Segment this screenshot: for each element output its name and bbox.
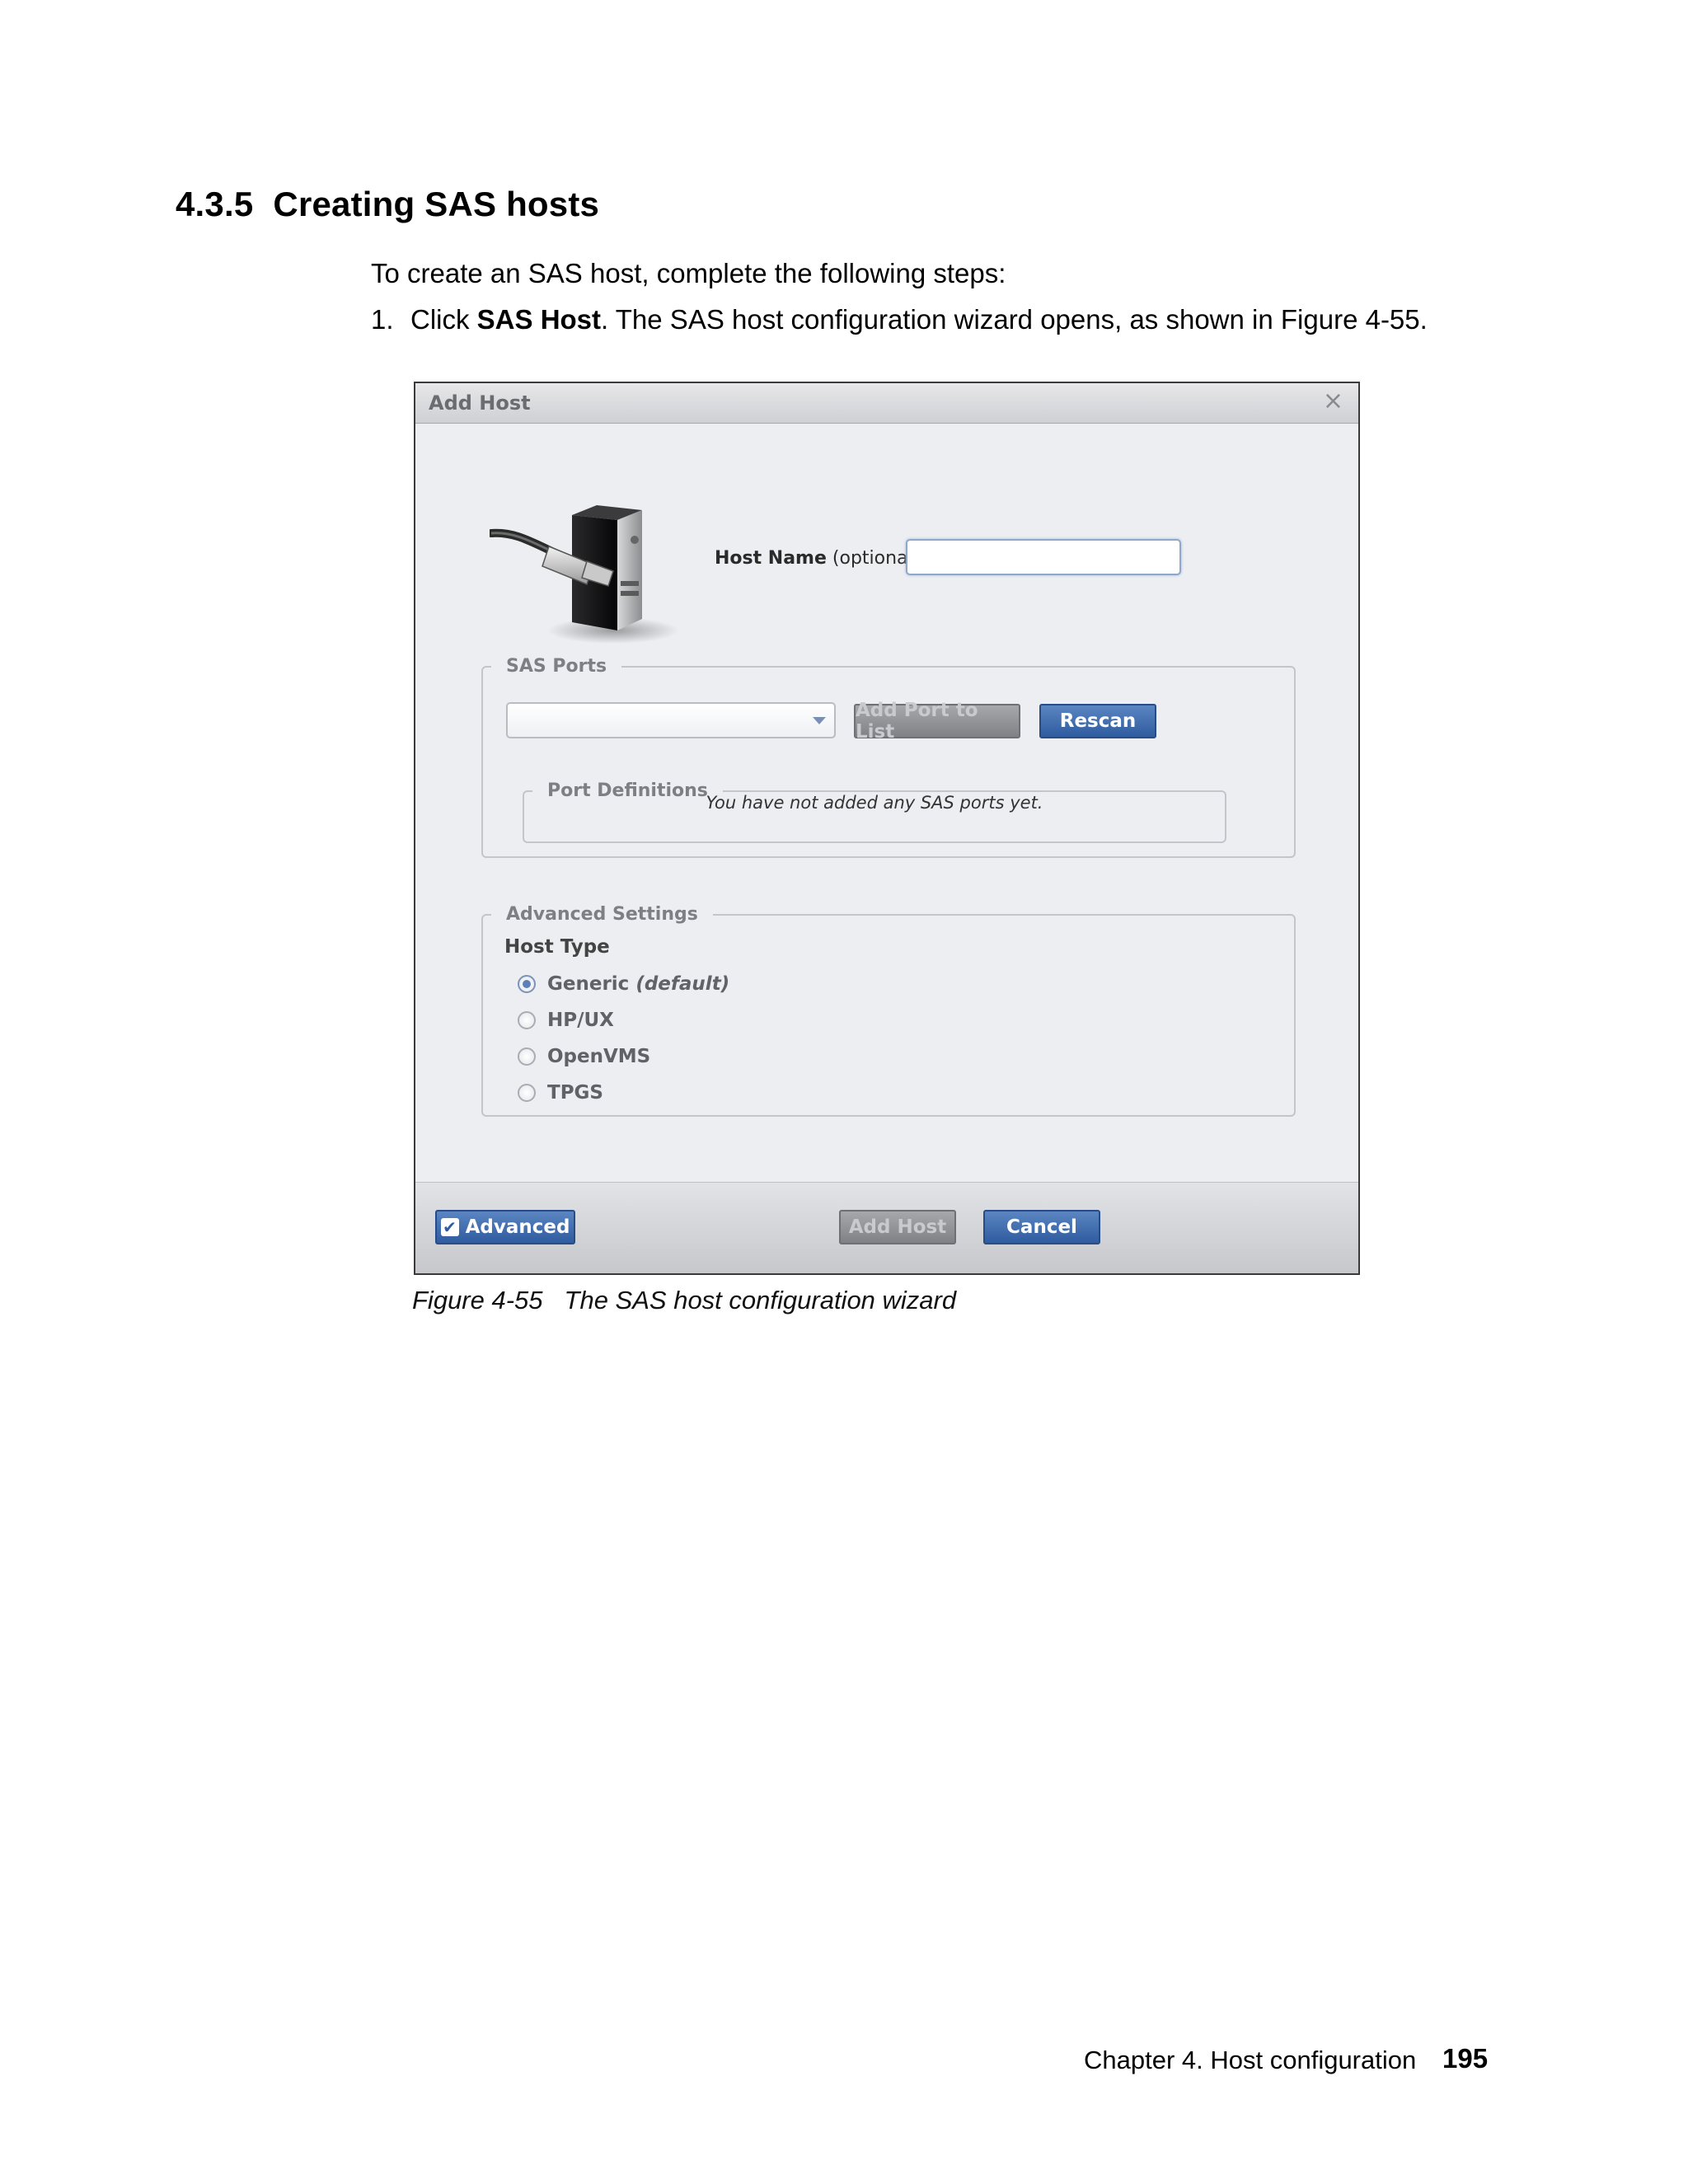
host-type-option-hpux[interactable]: HP/UX (518, 1006, 614, 1034)
advanced-toggle-button[interactable]: ✔ Advanced (435, 1210, 575, 1244)
host-type-option-tpgs[interactable]: TPGS (518, 1079, 603, 1107)
dialog-footer: ✔ Advanced Add Host Cancel (415, 1182, 1358, 1273)
chapter-footer: Chapter 4. Host configuration (1084, 2046, 1417, 2074)
sas-ports-group: SAS Ports Add Port to List Rescan Port D… (481, 656, 1296, 858)
rescan-button[interactable]: Rescan (1039, 704, 1156, 738)
dialog-titlebar: Add Host × (415, 383, 1358, 424)
step-1: 1. Click SAS Host. The SAS host configura… (371, 304, 1428, 335)
host-type-label: Host Type (504, 936, 610, 958)
dialog-title: Add Host (429, 391, 531, 415)
radio-label-generic: Generic (default) (547, 973, 730, 995)
step-bold-term: SAS Host (476, 304, 602, 335)
radio-tpgs[interactable] (518, 1084, 536, 1102)
advanced-settings-group: Advanced Settings Host Type Generic (def… (481, 904, 1296, 1117)
checkbox-checked-icon: ✔ (440, 1217, 459, 1237)
host-name-input[interactable] (906, 539, 1181, 575)
step-index: 1. (371, 304, 394, 335)
radio-label-hpux: HP/UX (547, 1010, 614, 1031)
advanced-settings-legend: Advanced Settings (506, 904, 698, 925)
add-host-dialog: Add Host × Host Name (optional): SAS Por… (414, 382, 1360, 1275)
sas-ports-legend: SAS Ports (506, 656, 607, 677)
sas-server-icon (490, 505, 679, 644)
page-number: 195 (1442, 2043, 1489, 2074)
advanced-label: Advanced (465, 1216, 570, 1238)
port-definitions-empty-message: You have not added any SAS ports yet. (706, 793, 1043, 813)
host-name-label: Host Name (optional): (715, 548, 926, 569)
radio-label-openvms: OpenVMS (547, 1046, 651, 1067)
add-host-button[interactable]: Add Host (839, 1210, 956, 1244)
add-port-to-list-button[interactable]: Add Port to List (854, 700, 1020, 743)
step-text-suffix: . The SAS host configuration wizard open… (601, 304, 1428, 335)
figure-caption: Figure 4-55 The SAS host configuration wi… (412, 1286, 956, 1315)
chevron-down-icon (813, 717, 826, 724)
host-type-option-generic[interactable]: Generic (default) (518, 970, 729, 998)
port-definitions-group: Port Definitions You have not added any … (523, 780, 1226, 843)
radio-hpux[interactable] (518, 1011, 536, 1029)
section-number: 4.3.5 (176, 185, 254, 223)
figure-number: Figure 4-55 (412, 1286, 543, 1315)
radio-label-tpgs: TPGS (547, 1082, 603, 1104)
figure-title: The SAS host configuration wizard (564, 1286, 957, 1315)
radio-openvms[interactable] (518, 1047, 536, 1066)
close-icon[interactable]: × (1323, 387, 1343, 415)
intro-paragraph: To create an SAS host, complete the foll… (371, 258, 1006, 288)
step-text-prefix: Click (410, 304, 477, 335)
section-title: Creating SAS hosts (273, 185, 600, 223)
radio-generic[interactable] (518, 975, 536, 993)
host-name-label-text: Host Name (715, 548, 827, 569)
host-type-option-openvms[interactable]: OpenVMS (518, 1043, 650, 1071)
cancel-button[interactable]: Cancel (983, 1210, 1100, 1244)
sas-port-select[interactable] (506, 702, 836, 738)
section-heading: 4.3.5 Creating SAS hosts (176, 185, 599, 224)
